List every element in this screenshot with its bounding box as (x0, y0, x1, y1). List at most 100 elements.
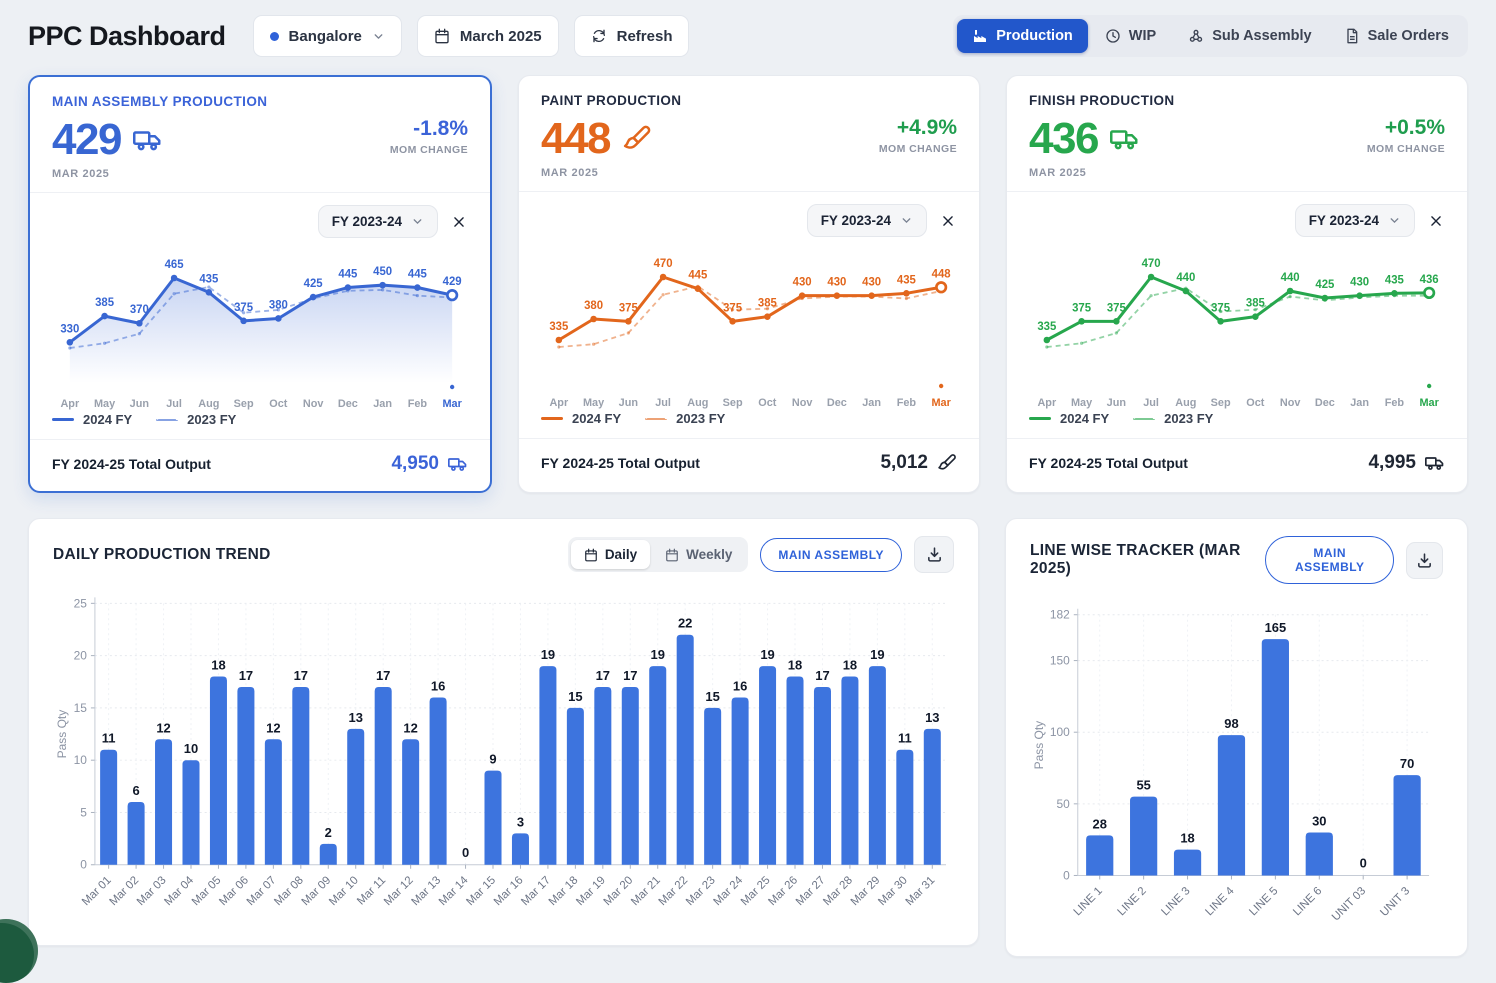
svg-text:385: 385 (1246, 298, 1266, 310)
location-label: Bangalore (288, 27, 362, 45)
svg-text:Mar: Mar (442, 398, 462, 410)
tab-wip[interactable]: WIP (1090, 19, 1171, 53)
tab-label: WIP (1128, 28, 1157, 44)
svg-text:Nov: Nov (303, 398, 324, 410)
close-icon[interactable] (1427, 212, 1445, 230)
svg-text:Mar 25: Mar 25 (739, 874, 773, 908)
kpi-card-main-assembly[interactable]: MAIN ASSEMBLY PRODUCTION 429 MAR 2025 -1… (28, 75, 492, 493)
kpi-value: 436 (1029, 114, 1099, 163)
svg-text:445: 445 (688, 270, 708, 282)
svg-text:Mar 07: Mar 07 (245, 874, 279, 908)
legend-solid-line (1029, 417, 1051, 420)
svg-text:445: 445 (408, 268, 428, 280)
svg-text:470: 470 (654, 258, 673, 270)
view-tabs: Production WIP Sub Assembly Sale Orders (953, 15, 1468, 57)
main-assembly-filter-button[interactable]: MAIN ASSEMBLY (1265, 536, 1395, 584)
svg-text:11: 11 (898, 731, 912, 746)
toggle-daily[interactable]: Daily (570, 540, 651, 569)
kpi-card-paint[interactable]: PAINT PRODUCTION 448 MAR 2025 +4.9% MOM … (518, 75, 980, 493)
paintbrush-icon (622, 124, 652, 154)
truck-icon (1109, 124, 1140, 154)
svg-text:Sep: Sep (234, 398, 254, 410)
svg-text:Mar 08: Mar 08 (272, 874, 306, 908)
main-assembly-filter-button[interactable]: MAIN ASSEMBLY (760, 537, 902, 572)
refresh-button[interactable]: Refresh (573, 15, 690, 57)
fy-filter-dropdown[interactable]: FY 2023-24 (1294, 204, 1415, 237)
svg-text:LINE 1: LINE 1 (1072, 885, 1105, 918)
svg-text:Mar 11: Mar 11 (355, 874, 388, 907)
svg-text:0: 0 (1360, 856, 1367, 871)
chart-legend: 2024 FY 2023 FY (541, 411, 957, 426)
svg-text:10: 10 (74, 753, 88, 767)
svg-text:Apr: Apr (549, 397, 568, 409)
svg-text:17: 17 (815, 668, 829, 683)
download-button[interactable] (914, 536, 954, 573)
svg-text:Jun: Jun (130, 398, 149, 410)
svg-text:LINE 2: LINE 2 (1116, 885, 1149, 918)
svg-text:16: 16 (431, 678, 445, 693)
daily-production-bar-chart: 051015202511Mar 016Mar 0212Mar 0310Mar 0… (55, 596, 947, 908)
tab-sub-assembly[interactable]: Sub Assembly (1173, 19, 1326, 53)
svg-text:LINE 6: LINE 6 (1291, 885, 1324, 918)
svg-text:Mar 03: Mar 03 (135, 874, 169, 908)
svg-text:430: 430 (1350, 277, 1369, 289)
legend-2023: 2023 FY (1164, 411, 1214, 426)
svg-text:Feb: Feb (897, 397, 917, 409)
svg-text:Mar 14: Mar 14 (437, 874, 471, 908)
svg-text:440: 440 (1281, 272, 1300, 284)
panel-title: DAILY PRODUCTION TREND (53, 545, 271, 563)
svg-text:380: 380 (584, 300, 603, 312)
legend-2023: 2023 FY (676, 411, 726, 426)
close-icon[interactable] (450, 213, 468, 231)
svg-text:425: 425 (1315, 279, 1335, 291)
paint-line-chart: 335 380 375 470 445 375 385 430 430 430 435 448 Apr M… (549, 258, 951, 409)
svg-text:Nov: Nov (792, 397, 813, 409)
svg-text:17: 17 (376, 668, 390, 683)
svg-text:19: 19 (870, 647, 884, 662)
legend-2023: 2023 FY (187, 412, 237, 427)
svg-text:Pass Qty: Pass Qty (55, 710, 69, 759)
svg-text:150: 150 (1050, 654, 1070, 668)
svg-text:330: 330 (60, 323, 79, 335)
month-picker[interactable]: March 2025 (416, 15, 559, 57)
svg-text:425: 425 (304, 278, 324, 290)
tab-sale-orders[interactable]: Sale Orders (1329, 19, 1464, 53)
legend-solid-line (52, 418, 74, 421)
svg-text:Oct: Oct (269, 398, 288, 410)
svg-text:98: 98 (1224, 716, 1238, 731)
kpi-cards-row: MAIN ASSEMBLY PRODUCTION 429 MAR 2025 -1… (0, 69, 1496, 493)
svg-text:55: 55 (1136, 778, 1150, 793)
total-output-label: FY 2024-25 Total Output (1029, 455, 1188, 471)
legend-solid-line (541, 417, 563, 420)
svg-text:17: 17 (623, 668, 637, 683)
svg-text:15: 15 (74, 701, 88, 715)
truck-icon (448, 454, 468, 474)
kpi-card-finish[interactable]: FINISH PRODUCTION 436 MAR 2025 +0.5% MOM… (1006, 75, 1468, 493)
svg-text:Mar 28: Mar 28 (821, 874, 855, 908)
svg-text:17: 17 (596, 668, 610, 683)
svg-text:Jul: Jul (1143, 397, 1159, 409)
kpi-change: +4.9% (896, 116, 957, 139)
svg-text:435: 435 (199, 273, 219, 285)
svg-text:16: 16 (733, 678, 747, 693)
download-button[interactable] (1406, 541, 1443, 579)
line-wise-tracker-bar-chart: 0 50 100 150 182 28 LINE 1 55 LINE 2 18 LINE 3 98 LI… (1032, 608, 1430, 923)
location-select[interactable]: Bangalore (252, 15, 402, 57)
fy-filter-dropdown[interactable]: FY 2023-24 (317, 205, 438, 238)
svg-text:Aug: Aug (1175, 397, 1196, 409)
tab-production[interactable]: Production (957, 19, 1088, 53)
close-icon[interactable] (939, 212, 957, 230)
refresh-icon (591, 28, 607, 44)
calendar-icon (665, 548, 679, 562)
chevron-down-icon (900, 214, 913, 227)
svg-text:Aug: Aug (687, 397, 708, 409)
month-label: March 2025 (459, 27, 542, 45)
svg-text:Feb: Feb (1385, 397, 1405, 409)
toggle-weekly[interactable]: Weekly (652, 540, 745, 569)
clock-icon (1105, 28, 1121, 44)
chevron-down-icon (372, 30, 385, 43)
svg-text:370: 370 (130, 304, 149, 316)
svg-text:375: 375 (1072, 302, 1092, 314)
svg-text:Mar 10: Mar 10 (327, 874, 361, 908)
fy-filter-dropdown[interactable]: FY 2023-24 (806, 204, 927, 237)
